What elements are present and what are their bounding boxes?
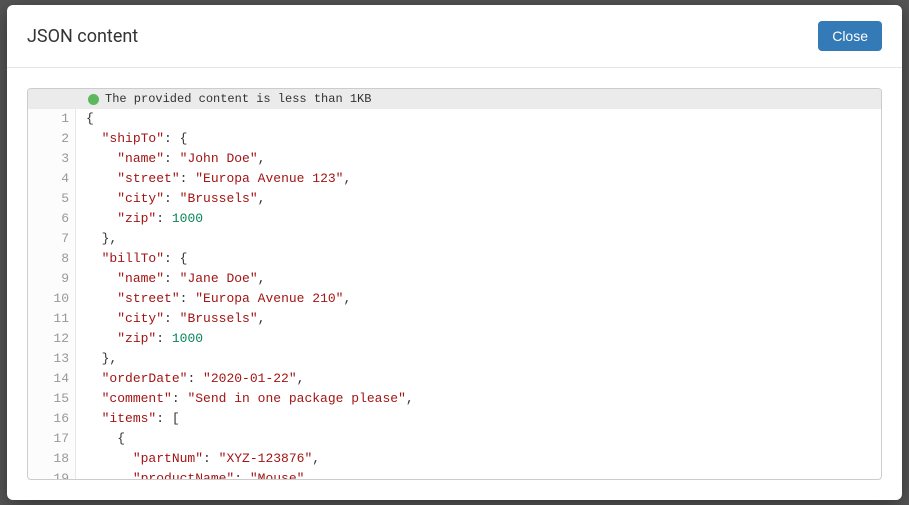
line-number: 17 xyxy=(34,429,69,449)
code-line: "shipTo": { xyxy=(86,129,881,149)
line-number: 2 xyxy=(34,129,69,149)
line-number: 9 xyxy=(34,269,69,289)
code-line: "orderDate": "2020-01-22", xyxy=(86,369,881,389)
line-number: 1 xyxy=(34,109,69,129)
line-number: 18 xyxy=(34,449,69,469)
line-number: 7 xyxy=(34,229,69,249)
json-content-modal: JSON content Close The provided content … xyxy=(7,5,902,500)
line-number: 6 xyxy=(34,209,69,229)
code-area: 12345678910111213141516171819 { "shipTo"… xyxy=(28,109,881,480)
code-viewer[interactable]: The provided content is less than 1KB 12… xyxy=(27,88,882,480)
status-message: The provided content is less than 1KB xyxy=(105,92,371,106)
code-line: "items": [ xyxy=(86,409,881,429)
close-button[interactable]: Close xyxy=(818,21,882,51)
modal-body: The provided content is less than 1KB 12… xyxy=(7,68,902,500)
code-line: "street": "Europa Avenue 123", xyxy=(86,169,881,189)
success-icon xyxy=(88,94,99,105)
line-number-gutter: 12345678910111213141516171819 xyxy=(28,109,76,480)
code-line: "city": "Brussels", xyxy=(86,309,881,329)
code-line: { xyxy=(86,109,881,129)
code-line: "zip": 1000 xyxy=(86,209,881,229)
code-line: }, xyxy=(86,349,881,369)
line-number: 16 xyxy=(34,409,69,429)
code-line: "name": "John Doe", xyxy=(86,149,881,169)
status-bar: The provided content is less than 1KB xyxy=(28,89,881,109)
code-line: "zip": 1000 xyxy=(86,329,881,349)
line-number: 12 xyxy=(34,329,69,349)
line-number: 5 xyxy=(34,189,69,209)
code-line: "partNum": "XYZ-123876", xyxy=(86,449,881,469)
line-number: 14 xyxy=(34,369,69,389)
line-number: 11 xyxy=(34,309,69,329)
code-line: "productName": "Mouse", xyxy=(86,469,881,480)
line-number: 15 xyxy=(34,389,69,409)
line-number: 10 xyxy=(34,289,69,309)
line-number: 3 xyxy=(34,149,69,169)
line-number: 4 xyxy=(34,169,69,189)
code-line: { xyxy=(86,429,881,449)
line-number: 19 xyxy=(34,469,69,480)
modal-title: JSON content xyxy=(27,26,138,47)
code-line: "city": "Brussels", xyxy=(86,189,881,209)
code-line: "billTo": { xyxy=(86,249,881,269)
code-line: "comment": "Send in one package please", xyxy=(86,389,881,409)
line-number: 8 xyxy=(34,249,69,269)
code-line: }, xyxy=(86,229,881,249)
code-line: "name": "Jane Doe", xyxy=(86,269,881,289)
line-number: 13 xyxy=(34,349,69,369)
code-lines: { "shipTo": { "name": "John Doe", "stree… xyxy=(76,109,881,480)
code-line: "street": "Europa Avenue 210", xyxy=(86,289,881,309)
modal-header: JSON content Close xyxy=(7,5,902,68)
